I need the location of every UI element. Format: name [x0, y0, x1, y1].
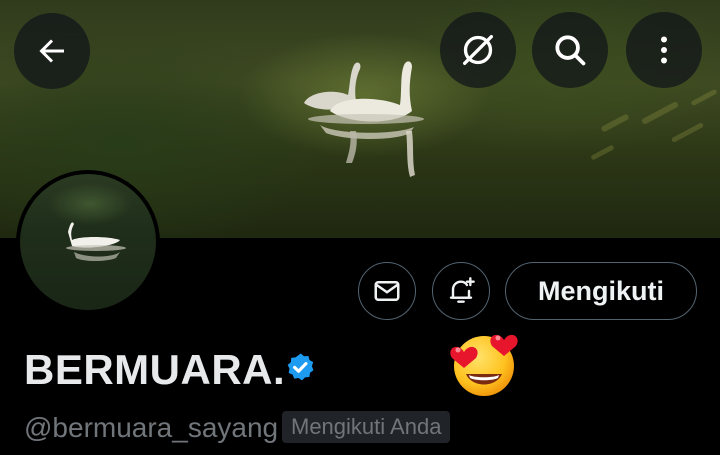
swans-image: [304, 61, 424, 177]
profile-avatar[interactable]: [16, 170, 160, 314]
follows-you-badge: Mengikuti Anda: [282, 411, 451, 443]
more-vertical-icon: [661, 36, 667, 64]
message-button[interactable]: [358, 262, 416, 320]
search-button[interactable]: [532, 12, 608, 88]
back-button[interactable]: [14, 13, 90, 89]
search-icon: [555, 35, 586, 66]
more-button[interactable]: [626, 12, 702, 88]
avatar-swan-image: [66, 222, 126, 261]
verified-badge-icon: [287, 353, 314, 381]
heart-eyes-emoji-icon: [450, 334, 518, 396]
no-translate-icon: [463, 35, 493, 65]
display-name: BERMUARA.: [24, 346, 286, 393]
following-button[interactable]: Mengikuti: [505, 262, 697, 320]
bell-plus-icon: [449, 277, 475, 303]
envelope-icon: [374, 281, 400, 301]
arrow-left-icon: [39, 39, 64, 63]
username-handle: @bermuara_sayang: [24, 412, 279, 443]
notifications-button[interactable]: [432, 262, 490, 320]
translate-toggle-button[interactable]: [440, 12, 516, 88]
